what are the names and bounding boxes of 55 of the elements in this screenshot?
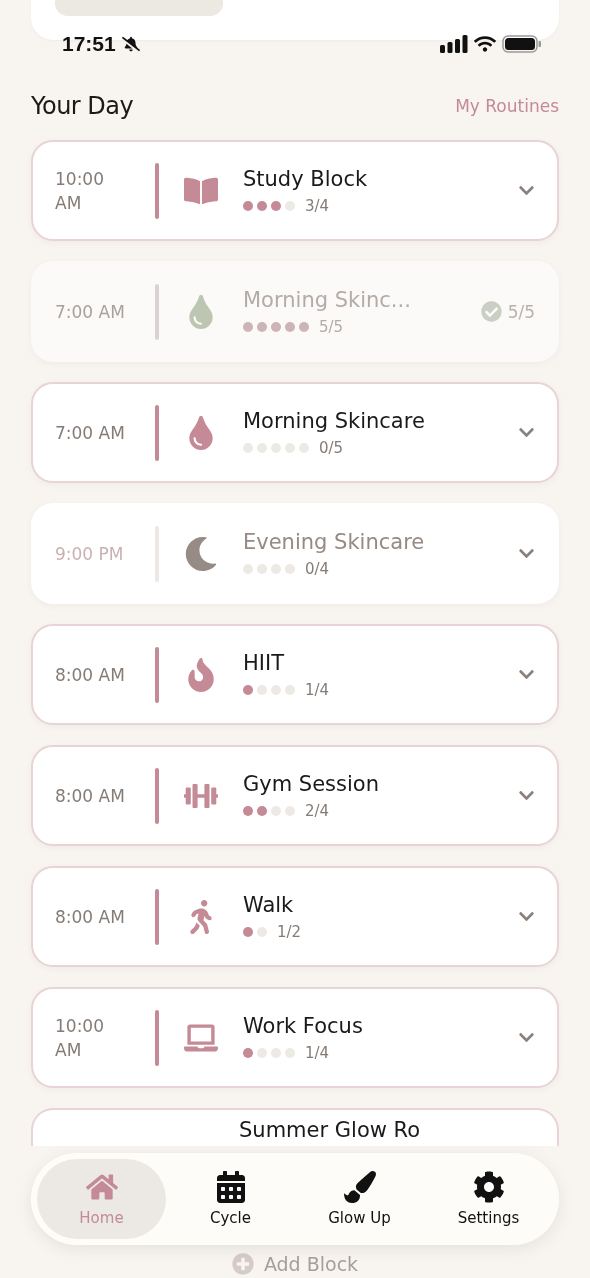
- completed-count: 5/5: [507, 301, 535, 322]
- brush-icon: [343, 1171, 376, 1203]
- block-title: Summer Glow Ro: [239, 1118, 421, 1142]
- block-time: 8:00 AM: [55, 663, 125, 687]
- status-time: 17:51: [62, 32, 116, 56]
- block-time: 8:00 AM: [55, 905, 125, 929]
- timeline-bar: [155, 1009, 159, 1066]
- routine-card[interactable]: Summer Glow Ro: [31, 1108, 559, 1146]
- block-title: Evening Skincare: [243, 529, 426, 554]
- block-title: Study Block: [243, 166, 369, 191]
- routine-card[interactable]: 8:00 AM Walk 1/2: [31, 866, 559, 967]
- block-time: 9:00 PM: [55, 542, 125, 566]
- signal-icon: [440, 35, 468, 53]
- routine-card[interactable]: 9:00 PM Evening Skincare 0/4: [31, 503, 559, 604]
- bell-slash-icon: [121, 35, 140, 53]
- timeline-bar: [155, 646, 159, 703]
- plus-icon: [231, 1253, 254, 1275]
- timeline-bar: [155, 888, 159, 945]
- moon-icon: [184, 536, 218, 571]
- block-time: 10:00 AM: [55, 1014, 105, 1062]
- battery-icon: [502, 35, 542, 53]
- routine-card[interactable]: 10:00 AM Study Block 3/4: [31, 140, 559, 241]
- routine-card[interactable]: 8:00 AM Gym Session 2/4: [31, 745, 559, 846]
- block-time: 8:00 AM: [55, 784, 125, 808]
- routine-card[interactable]: 8:00 AM HIIT 1/4: [31, 624, 559, 725]
- progress-count: 1/4: [305, 680, 330, 699]
- routine-card[interactable]: 10:00 AM Work Focus 1/4: [31, 987, 559, 1088]
- gear-icon: [472, 1171, 505, 1203]
- section-title: Your Day: [31, 92, 134, 120]
- tab-button[interactable]: Glow Up: [295, 1159, 424, 1239]
- block-time: 7:00 AM: [55, 421, 125, 445]
- block-title: Morning Skincare: [243, 408, 426, 433]
- progress-count: 1/2: [277, 922, 302, 941]
- block-time: 7:00 AM: [55, 300, 125, 324]
- timeline-bar: [155, 404, 159, 461]
- progress-count: 0/4: [305, 559, 330, 578]
- progress-count: 3/4: [305, 196, 330, 215]
- timeline-bar: [155, 162, 159, 219]
- progress-count: 2/4: [305, 801, 330, 820]
- block-title: HIIT: [243, 650, 285, 675]
- calendar-icon: [214, 1171, 247, 1203]
- progress-count: 5/5: [319, 317, 344, 336]
- block-title: Walk: [243, 892, 295, 917]
- block-time: 10:00 AM: [55, 167, 105, 215]
- block-title: Morning Skinc...: [243, 287, 412, 312]
- tab-button[interactable]: Cycle: [166, 1159, 295, 1239]
- progress-count: 0/5: [319, 438, 344, 457]
- timeline-bar: [155, 283, 159, 340]
- timeline-bar: [155, 767, 159, 824]
- check-icon: [480, 301, 502, 322]
- progress-count: 1/4: [305, 1043, 330, 1062]
- tab-button[interactable]: Settings: [424, 1159, 553, 1239]
- block-title: Gym Session: [243, 771, 380, 796]
- block-title: Work Focus: [243, 1013, 364, 1038]
- routine-card[interactable]: 7:00 AM Morning Skincare 0/5: [31, 382, 559, 483]
